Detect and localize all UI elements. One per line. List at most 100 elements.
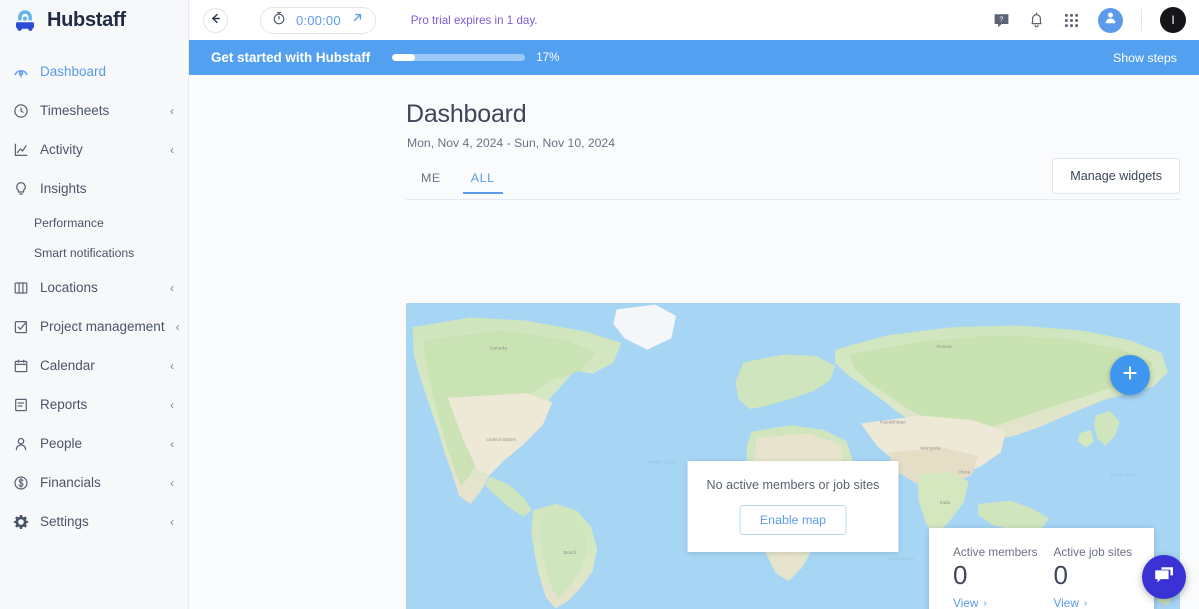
map-empty-message: No active members or job sites bbox=[706, 478, 880, 492]
link-label: View bbox=[953, 596, 979, 609]
onboarding-banner: Get started with Hubstaff 17% Show steps bbox=[189, 40, 1199, 75]
sidebar-item-dashboard[interactable]: Dashboard bbox=[0, 52, 188, 91]
person-icon bbox=[12, 435, 29, 452]
svg-text:?: ? bbox=[999, 14, 1003, 23]
chevron-left-icon: ‹ bbox=[170, 103, 174, 118]
chevron-right-icon: › bbox=[983, 597, 987, 609]
sidebar-item-label: Settings bbox=[40, 514, 89, 529]
svg-text:United States: United States bbox=[486, 437, 516, 443]
dollar-circle-icon bbox=[12, 474, 29, 491]
link-label: View bbox=[1053, 596, 1079, 609]
svg-text:Pacific Ocean: Pacific Ocean bbox=[1110, 473, 1137, 478]
chevron-left-icon: ‹ bbox=[170, 397, 174, 412]
sidebar-item-activity[interactable]: Activity ‹ bbox=[0, 130, 188, 169]
manage-widgets-button[interactable]: Manage widgets bbox=[1052, 158, 1180, 194]
sidebar-item-label: Project management bbox=[40, 319, 165, 334]
report-document-icon bbox=[12, 396, 29, 413]
enable-map-button[interactable]: Enable map bbox=[739, 505, 847, 535]
svg-text:Russia: Russia bbox=[936, 344, 951, 350]
progress-percent-label: 17% bbox=[536, 51, 560, 64]
chevron-left-icon: ‹ bbox=[170, 475, 174, 490]
map-widget[interactable]: Canada United States Brazil Russia China… bbox=[406, 303, 1180, 609]
chevron-left-icon: ‹ bbox=[170, 436, 174, 451]
onboarding-progress-bar bbox=[392, 54, 526, 61]
stat-label: Active job sites bbox=[1053, 544, 1133, 559]
stat-active-members: Active members 0 View › bbox=[953, 545, 1054, 609]
top-bar-actions: ? I bbox=[993, 7, 1186, 33]
tab-label: ALL bbox=[470, 171, 495, 185]
sidebar-item-label: Dashboard bbox=[40, 64, 107, 79]
main-area: 0:00:00 Pro trial expires in 1 day. ? I … bbox=[189, 0, 1199, 609]
lightbulb-icon bbox=[12, 180, 29, 197]
chat-support-button[interactable] bbox=[1142, 555, 1186, 599]
sidebar-item-label: Insights bbox=[40, 181, 87, 196]
activity-chart-icon bbox=[12, 141, 29, 158]
arrow-up-right-icon[interactable] bbox=[351, 11, 364, 29]
apps-grid-icon[interactable] bbox=[1063, 12, 1080, 29]
tab-all[interactable]: ALL bbox=[456, 171, 510, 194]
user-circle-icon bbox=[1103, 10, 1118, 30]
view-active-members-link[interactable]: View › bbox=[953, 596, 1054, 609]
stat-label: Active members bbox=[953, 544, 1038, 559]
sidebar-item-people[interactable]: People ‹ bbox=[0, 424, 188, 463]
stopwatch-icon bbox=[272, 11, 286, 30]
stat-value: 0 bbox=[953, 559, 968, 590]
chevron-right-icon: › bbox=[1083, 597, 1088, 609]
svg-text:China: China bbox=[957, 469, 970, 475]
gauge-icon bbox=[12, 63, 29, 80]
sidebar-item-insights[interactable]: Insights bbox=[0, 169, 188, 208]
sidebar-item-reports[interactable]: Reports ‹ bbox=[0, 385, 188, 424]
brand-name: Hubstaff bbox=[47, 8, 126, 31]
timer-widget[interactable]: 0:00:00 bbox=[260, 6, 376, 34]
avatar[interactable]: I bbox=[1160, 7, 1186, 33]
sidebar-item-timesheets[interactable]: Timesheets ‹ bbox=[0, 91, 188, 130]
chat-bubbles-icon bbox=[1152, 563, 1176, 592]
chevron-left-icon: ‹ bbox=[175, 319, 180, 334]
sidebar-subitem-label: Smart notifications bbox=[34, 246, 135, 260]
page-content: Dashboard Mon, Nov 4, 2024 - Sun, Nov 10… bbox=[189, 75, 1199, 609]
sidebar-item-label: Financials bbox=[40, 475, 101, 490]
tab-me[interactable]: ME bbox=[406, 171, 456, 194]
sidebar-item-calendar[interactable]: Calendar ‹ bbox=[0, 346, 188, 385]
sidebar-subitem-label: Performance bbox=[34, 216, 104, 230]
sidebar-subitem-performance[interactable]: Performance bbox=[0, 208, 188, 238]
sidebar-item-locations[interactable]: Locations ‹ bbox=[0, 268, 188, 307]
chevron-left-icon: ‹ bbox=[170, 514, 174, 529]
stat-active-job-sites: Active job sites 0 View › bbox=[1054, 545, 1155, 609]
progress-fill bbox=[392, 54, 415, 61]
sidebar-subitem-smart-notifications[interactable]: Smart notifications bbox=[0, 238, 188, 268]
map-book-icon bbox=[12, 279, 29, 296]
stat-value: 0 bbox=[1053, 559, 1068, 590]
account-button[interactable] bbox=[1098, 7, 1123, 33]
sidebar-item-settings[interactable]: Settings ‹ bbox=[0, 502, 188, 541]
chevron-left-icon: ‹ bbox=[170, 280, 174, 295]
sidebar-nav: Dashboard Timesheets ‹ Activity ‹ Insigh… bbox=[0, 52, 188, 541]
map-stats-card: Active members 0 View › Active job sites… bbox=[929, 527, 1155, 609]
sidebar-item-project-management[interactable]: Project management ‹ bbox=[0, 307, 188, 346]
app-root: Hubstaff Dashboard Timesheets ‹ Activity… bbox=[0, 0, 1199, 609]
svg-text:Mongolia: Mongolia bbox=[920, 445, 940, 451]
help-bubble-icon[interactable]: ? bbox=[993, 12, 1010, 29]
view-active-job-sites-link[interactable]: View › bbox=[1054, 596, 1155, 609]
svg-text:Canada: Canada bbox=[490, 346, 508, 352]
sidebar-item-financials[interactable]: Financials ‹ bbox=[0, 463, 188, 502]
chevron-left-icon: ‹ bbox=[170, 358, 174, 373]
bell-icon[interactable] bbox=[1028, 11, 1045, 29]
tabs-underline bbox=[406, 199, 1180, 200]
dashboard-tabs-row: ME ALL Manage widgets bbox=[189, 158, 1199, 200]
date-range-label: Mon, Nov 4, 2024 - Sun, Nov 10, 2024 bbox=[407, 136, 615, 150]
arrow-left-icon bbox=[209, 12, 222, 28]
sidebar-item-label: Reports bbox=[40, 397, 88, 412]
clock-icon bbox=[12, 102, 29, 119]
sidebar-item-label: Calendar bbox=[40, 358, 95, 373]
add-widget-button[interactable] bbox=[1110, 355, 1150, 395]
banner-title: Get started with Hubstaff bbox=[211, 50, 371, 65]
show-steps-link[interactable]: Show steps bbox=[1113, 51, 1177, 65]
trial-notice: Pro trial expires in 1 day. bbox=[410, 13, 538, 27]
back-button[interactable] bbox=[203, 7, 228, 33]
sidebar-item-label: Activity bbox=[40, 142, 83, 157]
toolbar-divider bbox=[1141, 9, 1142, 31]
chevron-left-icon: ‹ bbox=[170, 142, 174, 157]
hubstaff-logo-icon bbox=[12, 7, 38, 33]
brand-logo[interactable]: Hubstaff bbox=[0, 0, 188, 40]
